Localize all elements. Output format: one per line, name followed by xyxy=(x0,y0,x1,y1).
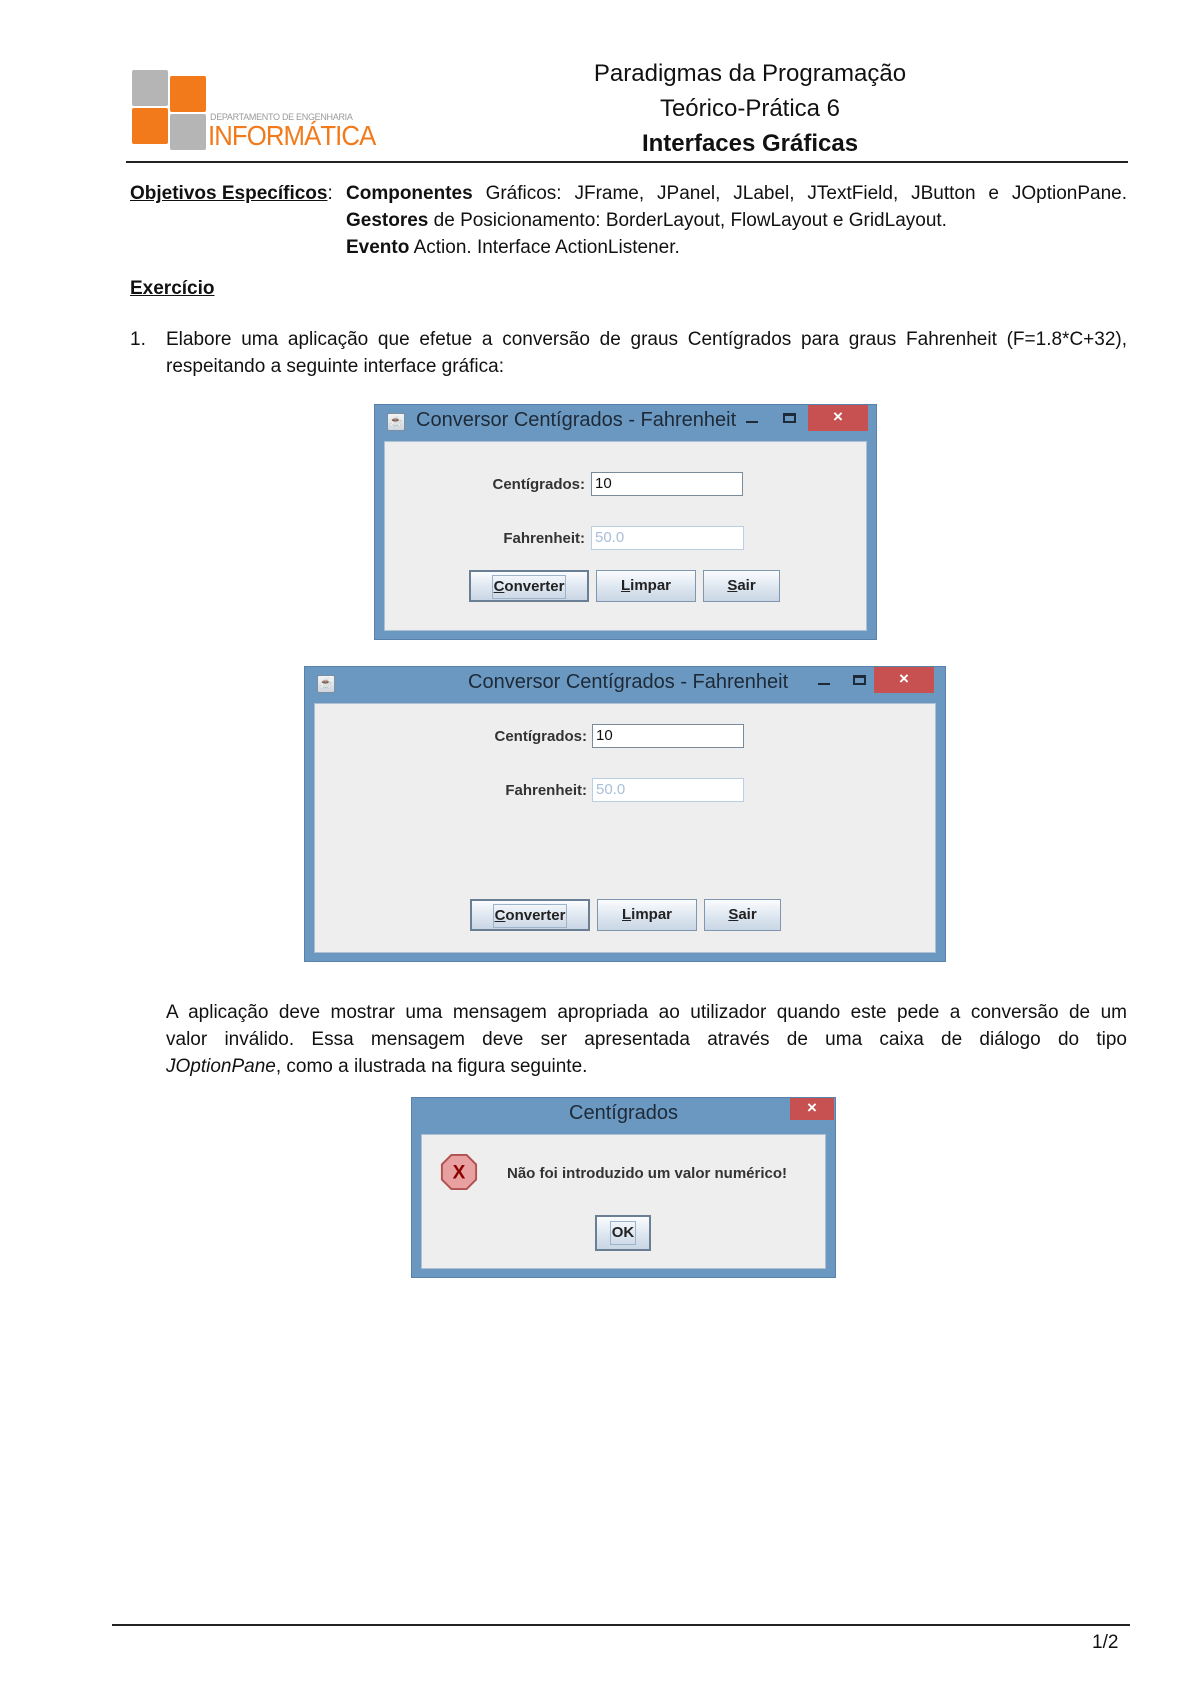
mnemonic: C xyxy=(493,578,505,595)
objective-line-2: Gestores de Posicionamento: BorderLayout… xyxy=(346,210,947,232)
fahrenheit-output: 50.0 xyxy=(592,778,744,802)
course-title: Paradigmas da Programação xyxy=(593,60,907,87)
button-label: OK xyxy=(611,1224,635,1241)
objectives-label: Objetivos Específicos: xyxy=(130,183,333,205)
logo-square-orange-top xyxy=(170,76,206,112)
objective-line-3: Evento Action. Interface ActionListener. xyxy=(346,237,680,259)
objective-keyword: Componentes xyxy=(346,183,473,204)
converter-button[interactable]: Converter xyxy=(469,570,589,602)
logo-square-gray-bottom xyxy=(170,114,206,150)
objective-text: Gráficos: JFrame, JPanel, JLabel, JTextF… xyxy=(472,183,1127,204)
topic-title: Interfaces Gráficas xyxy=(641,130,859,157)
exercise-item-line-2: respeitando a seguinte interface gráfica… xyxy=(166,356,504,377)
content-panel: Centígrados: 10 Fahrenheit: 50.0 Convert… xyxy=(384,441,867,631)
exercise-item-number: 1. xyxy=(130,329,146,350)
button-label: onverter xyxy=(505,907,566,924)
objective-keyword: Evento xyxy=(346,237,410,258)
button-label: onverter xyxy=(504,578,565,595)
objective-keyword: Gestores xyxy=(346,210,429,231)
limpar-button[interactable]: Limpar xyxy=(597,899,697,931)
paragraph-line-3-rest: , como a ilustrada na figura seguinte. xyxy=(275,1056,588,1077)
title-bar[interactable]: Centígrados × xyxy=(412,1098,835,1132)
close-button[interactable]: × xyxy=(790,1098,834,1120)
ok-button[interactable]: OK xyxy=(595,1215,651,1251)
sair-button[interactable]: Sair xyxy=(703,570,780,602)
logo-square-orange-bottom xyxy=(132,108,168,144)
limpar-button[interactable]: Limpar xyxy=(596,570,696,602)
maximize-button[interactable] xyxy=(783,413,796,423)
svg-text:X: X xyxy=(453,1163,466,1184)
mnemonic: L xyxy=(621,906,632,923)
department-logo: DEPARTAMENTO DE ENGENHARIA INFORMÁTICA xyxy=(132,70,382,152)
mnemonic: L xyxy=(620,577,631,594)
objective-line-1: Componentes Gráficos: JFrame, JPanel, JL… xyxy=(346,183,1127,205)
focus-ring: OK xyxy=(609,1221,637,1245)
celsius-label: Centígrados: xyxy=(494,728,587,745)
converter-window-resized: ☕ Conversor Centígrados - Fahrenheit × C… xyxy=(304,666,946,962)
paragraph-line-2: valor inválido. Essa mensagem deve ser a… xyxy=(166,1029,1127,1050)
dialog-title: Centígrados xyxy=(569,1102,678,1124)
celsius-input[interactable]: 10 xyxy=(592,724,744,748)
minimize-button[interactable] xyxy=(818,683,830,685)
header-rule xyxy=(126,161,1128,163)
converter-button[interactable]: Converter xyxy=(470,899,590,931)
button-label: air xyxy=(738,906,757,923)
fahrenheit-label: Fahrenheit: xyxy=(505,782,587,799)
exercise-heading: Exercício xyxy=(130,278,215,299)
joptionpane-term: JOptionPane xyxy=(166,1056,276,1077)
error-message: Não foi introduzido um valor numérico! xyxy=(507,1165,788,1182)
button-label: air xyxy=(737,577,756,594)
celsius-input[interactable]: 10 xyxy=(591,472,743,496)
session-title: Teórico-Prática 6 xyxy=(659,95,841,122)
button-label: impar xyxy=(631,906,673,923)
objective-text: de Posicionamento: BorderLayout, FlowLay… xyxy=(428,210,947,231)
mnemonic: S xyxy=(727,577,738,594)
footer-rule xyxy=(112,1624,1130,1626)
objectives-label-text: Objetivos Específicos xyxy=(130,183,328,204)
focus-ring: Converter xyxy=(491,575,567,599)
window-title: Conversor Centígrados - Fahrenheit xyxy=(416,409,737,431)
title-bar[interactable]: ☕ Conversor Centígrados - Fahrenheit × xyxy=(305,667,945,701)
close-button[interactable]: × xyxy=(808,405,868,431)
focus-ring: Converter xyxy=(492,904,568,928)
sair-button[interactable]: Sair xyxy=(704,899,781,931)
objectives-label-colon: : xyxy=(327,183,333,204)
close-button[interactable]: × xyxy=(874,667,934,693)
button-label: impar xyxy=(630,577,672,594)
converter-window-compact: ☕ Conversor Centígrados - Fahrenheit × C… xyxy=(374,404,877,640)
dialog-panel: X Não foi introduzido um valor numérico!… xyxy=(421,1134,826,1269)
maximize-button[interactable] xyxy=(853,675,866,685)
minimize-button[interactable] xyxy=(746,421,758,423)
page-number: 1/2 xyxy=(1092,1632,1119,1653)
fahrenheit-label: Fahrenheit: xyxy=(503,530,585,547)
java-coffee-icon: ☕ xyxy=(317,675,335,693)
fahrenheit-output: 50.0 xyxy=(591,526,744,550)
paragraph-line-3: JOptionPane, como a ilustrada na figura … xyxy=(166,1056,587,1078)
logo-square-gray-top xyxy=(132,70,168,106)
celsius-label: Centígrados: xyxy=(492,476,585,493)
exercise-item-line-1: Elabore uma aplicação que efetue a conve… xyxy=(166,329,1127,350)
title-bar[interactable]: ☕ Conversor Centígrados - Fahrenheit × xyxy=(375,405,876,439)
mnemonic: C xyxy=(494,907,506,924)
logo-name: INFORMÁTICA xyxy=(208,120,376,151)
error-icon: X xyxy=(440,1153,478,1191)
mnemonic: S xyxy=(728,906,739,923)
objective-text: Action. Interface ActionListener. xyxy=(409,237,680,258)
content-panel: Centígrados: 10 Fahrenheit: 50.0 Convert… xyxy=(314,703,936,953)
paragraph-line-1: A aplicação deve mostrar uma mensagem ap… xyxy=(166,1002,1127,1023)
error-dialog: Centígrados × X Não foi introduzido um v… xyxy=(411,1097,836,1278)
java-coffee-icon: ☕ xyxy=(387,413,405,431)
window-title: Conversor Centígrados - Fahrenheit xyxy=(468,671,789,693)
